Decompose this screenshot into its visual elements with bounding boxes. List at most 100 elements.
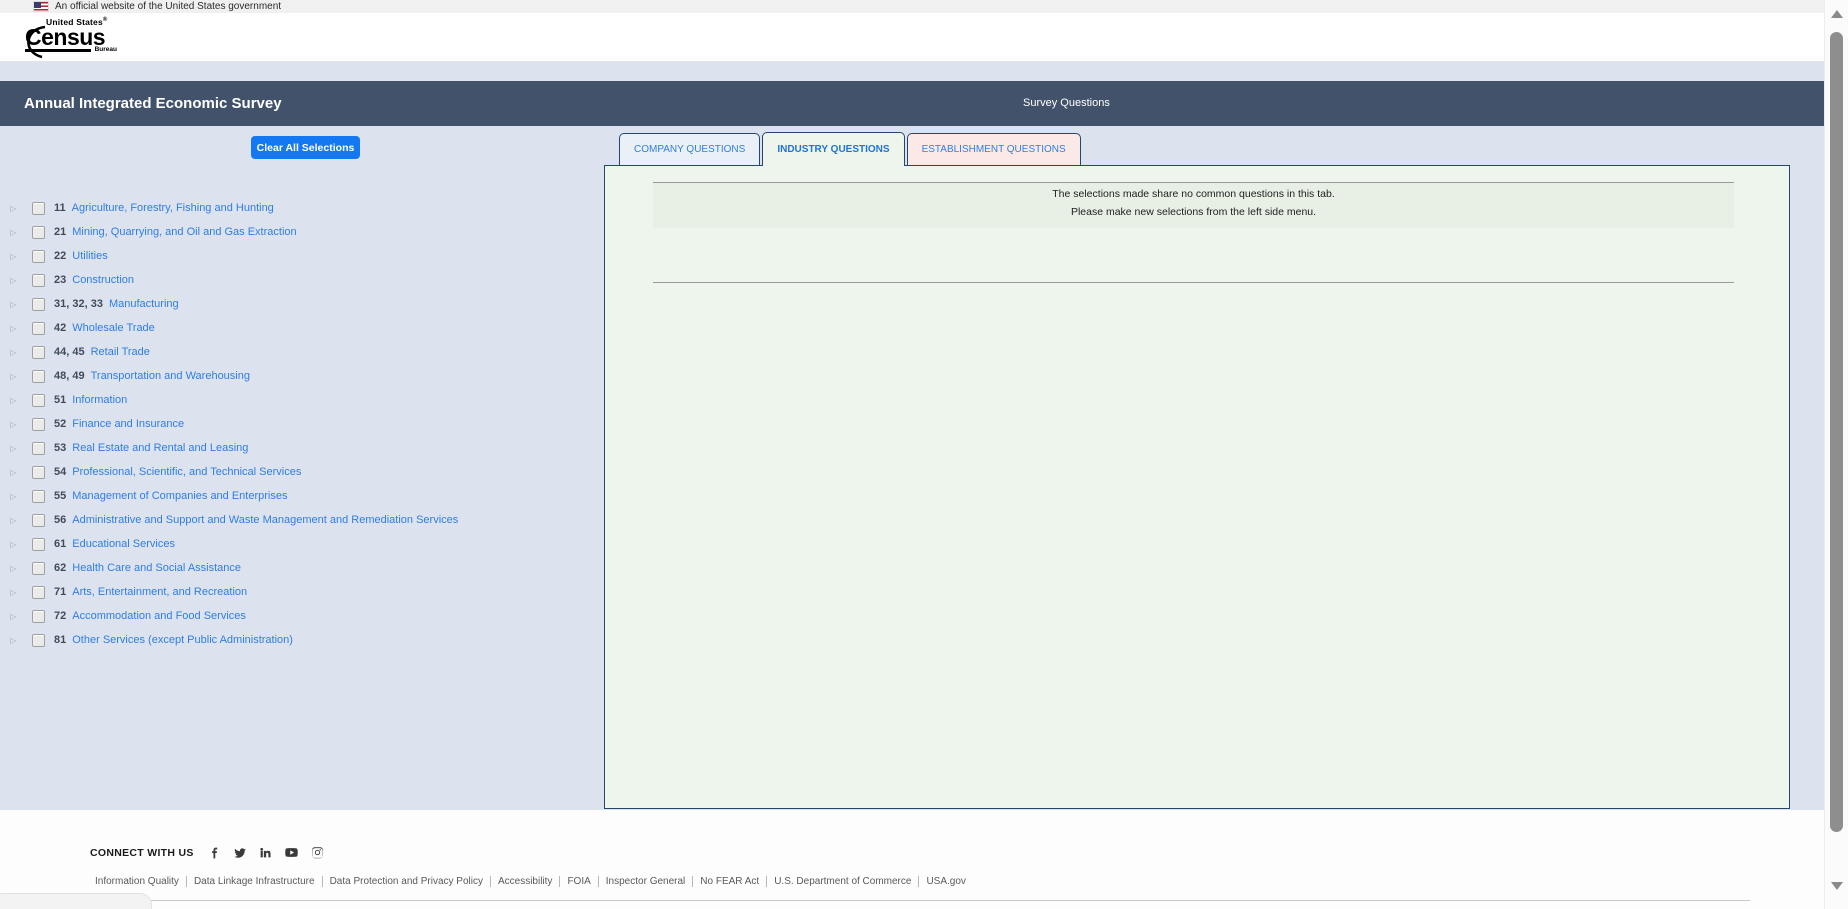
- expand-chevron-icon[interactable]: ▷: [10, 564, 26, 573]
- footer-link[interactable]: Accessibility: [498, 876, 552, 887]
- industry-link[interactable]: Transportation and Warehousing: [91, 370, 250, 382]
- header-strip: United States® Census Bureau: [0, 13, 1848, 61]
- nav-survey-questions[interactable]: Survey Questions: [1023, 81, 1110, 126]
- industry-checkbox[interactable]: [32, 393, 45, 407]
- industry-checkbox[interactable]: [32, 321, 45, 335]
- expand-chevron-icon[interactable]: ▷: [10, 372, 26, 381]
- expand-chevron-icon[interactable]: ▷: [10, 348, 26, 357]
- footer-link[interactable]: FOIA: [567, 876, 590, 887]
- tab-company-questions[interactable]: COMPANY QUESTIONS: [619, 133, 761, 166]
- aies-survey-page: An official website of the United States…: [0, 0, 1848, 909]
- industry-checkbox[interactable]: [32, 249, 45, 263]
- vertical-scrollbar-thumb[interactable]: [1830, 32, 1843, 832]
- footer-link-separator: [918, 876, 920, 887]
- footer-link[interactable]: Inspector General: [606, 876, 686, 887]
- footer-link[interactable]: Information Quality: [95, 876, 179, 887]
- expand-chevron-icon[interactable]: ▷: [10, 492, 26, 501]
- instagram-icon[interactable]: [311, 846, 324, 859]
- industry-checkbox[interactable]: [32, 585, 45, 599]
- industry-code: 61: [54, 538, 67, 550]
- footer-link[interactable]: U.S. Department of Commerce: [774, 876, 911, 887]
- industry-checkbox[interactable]: [32, 489, 45, 503]
- expand-chevron-icon[interactable]: ▷: [10, 324, 26, 333]
- industry-tree-row: ▷ 52 Finance and Insurance: [0, 412, 604, 436]
- industry-checkbox[interactable]: [32, 273, 45, 287]
- expand-chevron-icon[interactable]: ▷: [10, 540, 26, 549]
- industry-checkbox[interactable]: [32, 465, 45, 479]
- twitter-icon[interactable]: [233, 846, 247, 860]
- expand-chevron-icon[interactable]: ▷: [10, 468, 26, 477]
- industry-link[interactable]: Utilities: [72, 250, 107, 262]
- industry-checkbox[interactable]: [32, 633, 45, 647]
- footer-link[interactable]: USA.gov: [926, 876, 965, 887]
- expand-chevron-icon[interactable]: ▷: [10, 204, 26, 213]
- vertical-scrollbar[interactable]: [1824, 0, 1848, 909]
- facebook-icon[interactable]: [208, 846, 221, 860]
- industry-link[interactable]: Mining, Quarrying, and Oil and Gas Extra…: [72, 226, 296, 238]
- expand-chevron-icon[interactable]: ▷: [10, 300, 26, 309]
- scroll-down-arrow-icon[interactable]: [1831, 882, 1843, 890]
- tab-industry-questions[interactable]: INDUSTRY QUESTIONS: [762, 132, 905, 166]
- industry-link[interactable]: Wholesale Trade: [72, 322, 155, 334]
- expand-chevron-icon[interactable]: ▷: [10, 636, 26, 645]
- industry-link[interactable]: Arts, Entertainment, and Recreation: [72, 586, 247, 598]
- industry-link[interactable]: Information: [72, 394, 127, 406]
- no-common-questions-message: The selections made share no common ques…: [653, 183, 1734, 228]
- expand-chevron-icon[interactable]: ▷: [10, 228, 26, 237]
- youtube-icon[interactable]: [284, 845, 299, 860]
- footer-link-separator: [597, 876, 599, 887]
- industry-checkbox[interactable]: [32, 561, 45, 575]
- expand-chevron-icon[interactable]: ▷: [10, 420, 26, 429]
- industry-link[interactable]: Construction: [72, 274, 134, 286]
- expand-chevron-icon[interactable]: ▷: [10, 276, 26, 285]
- industry-link[interactable]: Educational Services: [72, 538, 175, 550]
- industry-link[interactable]: Real Estate and Rental and Leasing: [72, 442, 248, 454]
- clear-all-selections-button[interactable]: Clear All Selections: [251, 136, 360, 159]
- industry-tree-row: ▷ 42 Wholesale Trade: [0, 316, 604, 340]
- industry-checkbox[interactable]: [32, 537, 45, 551]
- footer-link[interactable]: Data Linkage Infrastructure: [194, 876, 315, 887]
- linkedin-icon[interactable]: [259, 846, 272, 859]
- industry-checkbox[interactable]: [32, 609, 45, 623]
- industry-checkbox[interactable]: [32, 345, 45, 359]
- expand-chevron-icon[interactable]: ▷: [10, 252, 26, 261]
- connect-with-us-label: CONNECT WITH US: [90, 846, 194, 859]
- footer-link[interactable]: Data Protection and Privacy Policy: [330, 876, 483, 887]
- gov-banner: An official website of the United States…: [0, 0, 1848, 13]
- census-bureau-logo[interactable]: United States® Census Bureau: [24, 17, 134, 61]
- industry-checkbox[interactable]: [32, 417, 45, 431]
- page-title: Annual Integrated Economic Survey: [24, 95, 282, 112]
- industry-link[interactable]: Accommodation and Food Services: [72, 610, 246, 622]
- question-tabs: COMPANY QUESTIONS INDUSTRY QUESTIONS ESTAB…: [619, 132, 1081, 166]
- industry-checkbox[interactable]: [32, 513, 45, 527]
- industry-link[interactable]: Management of Companies and Enterprises: [72, 490, 287, 502]
- tab-establishment-questions[interactable]: ESTABLISHMENT QUESTIONS: [906, 133, 1081, 166]
- industry-link[interactable]: Finance and Insurance: [72, 418, 184, 430]
- industry-checkbox[interactable]: [32, 441, 45, 455]
- expand-chevron-icon[interactable]: ▷: [10, 612, 26, 621]
- us-flag-icon: [33, 1, 49, 12]
- industry-checkbox[interactable]: [32, 297, 45, 311]
- footer-link[interactable]: No FEAR Act: [700, 876, 759, 887]
- industry-tree-row: ▷ 55 Management of Companies and Enterpr…: [0, 484, 604, 508]
- expand-chevron-icon[interactable]: ▷: [10, 588, 26, 597]
- industry-link[interactable]: Other Services (except Public Administra…: [72, 634, 293, 646]
- industry-checkbox[interactable]: [32, 201, 45, 215]
- footer-link-separator: [489, 876, 491, 887]
- industry-link[interactable]: Manufacturing: [109, 298, 179, 310]
- industry-checkbox[interactable]: [32, 225, 45, 239]
- industry-link[interactable]: Health Care and Social Assistance: [72, 562, 241, 574]
- expand-chevron-icon[interactable]: ▷: [10, 444, 26, 453]
- industry-link[interactable]: Administrative and Support and Waste Man…: [72, 514, 458, 526]
- industry-code: 71: [54, 586, 67, 598]
- expand-chevron-icon[interactable]: ▷: [10, 516, 26, 525]
- industry-code: 53: [54, 442, 67, 454]
- industry-link[interactable]: Professional, Scientific, and Technical …: [72, 466, 301, 478]
- industry-checkbox[interactable]: [32, 369, 45, 383]
- expand-chevron-icon[interactable]: ▷: [10, 396, 26, 405]
- industry-code: 72: [54, 610, 67, 622]
- industry-link[interactable]: Retail Trade: [91, 346, 150, 358]
- scroll-up-arrow-icon[interactable]: [1830, 10, 1843, 18]
- footer-link-separator: [185, 876, 187, 887]
- industry-link[interactable]: Agriculture, Forestry, Fishing and Hunti…: [72, 202, 274, 214]
